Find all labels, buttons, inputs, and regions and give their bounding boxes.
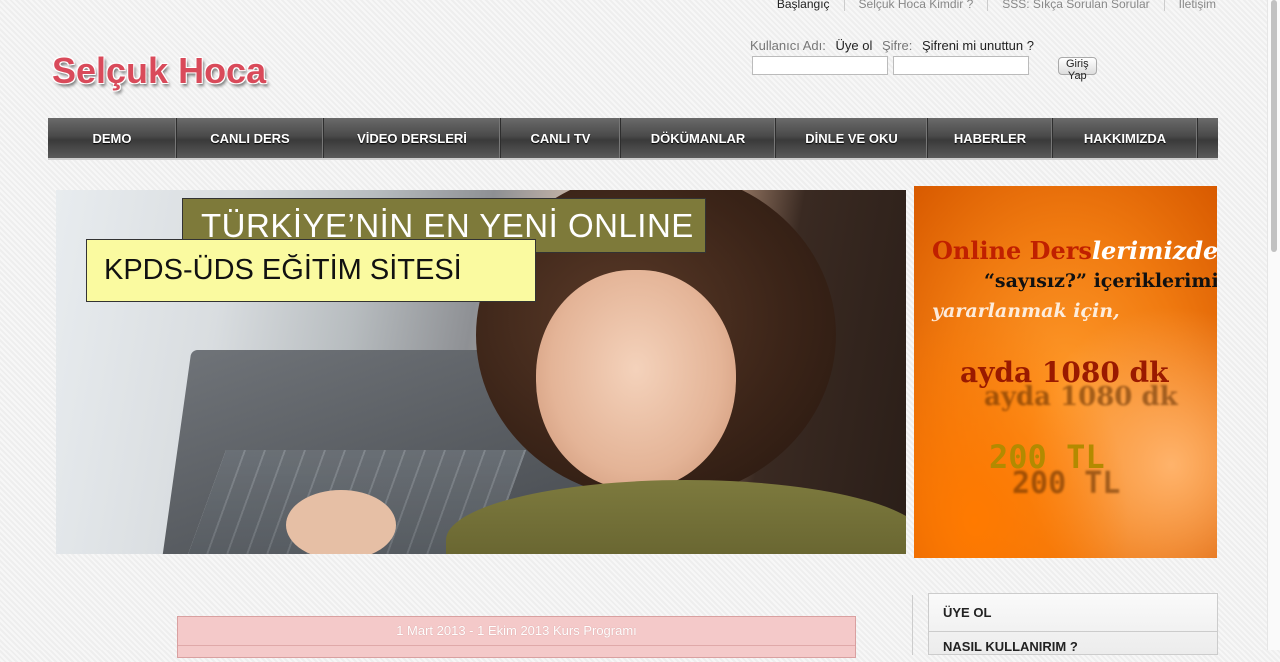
login-form: Kullanıcı Adı: Üye ol Şifre: Şifreni mi … [750, 38, 1097, 82]
top-link-about[interactable]: Selçuk Hoca Kimdir ? [843, 0, 988, 11]
person-face [536, 270, 736, 490]
ad-line1: Online Derslerimizden, [932, 236, 1217, 265]
forgot-password-link[interactable]: Şifreni mi unuttun ? [922, 38, 1034, 53]
schedule-header-row [178, 645, 855, 658]
top-link-contact[interactable]: İletişim [1163, 0, 1216, 11]
ad-line2: “sayısız?” içeriklerimizden [984, 270, 1217, 292]
register-link[interactable]: Üye ol [836, 38, 873, 53]
nav-news[interactable]: HABERLER [928, 118, 1053, 158]
hero-subheadline: KPDS-ÜDS EĞİTİM SİTESİ [86, 239, 536, 302]
ad-line5-shadow: 200 TL [1012, 466, 1121, 501]
nav-documents[interactable]: DÖKÜMANLAR [621, 118, 776, 158]
ad-line3: yararlanmak için, [932, 300, 1120, 322]
page-scrollbar[interactable] [1267, 0, 1280, 650]
nav-listen-read[interactable]: DİNLE VE OKU [776, 118, 928, 158]
nav-demo[interactable]: DEMO [48, 118, 177, 158]
course-schedule-table: 1 Mart 2013 - 1 Ekim 2013 Kurs Programı [177, 616, 856, 658]
top-link-faq[interactable]: SSS: Sıkça Sorulan Sorular [987, 0, 1164, 11]
sidebar-item-how-to[interactable]: NASIL KULLANIRIM ? [929, 632, 1217, 655]
schedule-title: 1 Mart 2013 - 1 Ekim 2013 Kurs Programı [396, 623, 637, 638]
password-input[interactable] [893, 56, 1029, 75]
nav-video-lessons[interactable]: VİDEO DERSLERİ [324, 118, 501, 158]
nav-live-lesson[interactable]: CANLI DERS [177, 118, 324, 158]
scrollbar-thumb[interactable] [1271, 0, 1277, 252]
sidebar-menu: ÜYE OL NASIL KULLANIRIM ? [928, 593, 1218, 655]
nav-live-tv[interactable]: CANLI TV [501, 118, 621, 158]
sidebar-item-register[interactable]: ÜYE OL [929, 594, 1217, 632]
username-input[interactable] [752, 56, 888, 75]
username-label: Kullanıcı Adı: [750, 38, 826, 53]
top-link-home[interactable]: Başlangıç [763, 0, 844, 11]
login-button[interactable]: Giriş Yap [1058, 57, 1097, 82]
person-hand [286, 490, 396, 554]
top-links: Başlangıç Selçuk Hoca Kimdir ? SSS: Sıkça … [763, 0, 1216, 11]
sidebar-divider [912, 595, 913, 655]
ad-line4-shadow: ayda 1080 dk [984, 382, 1178, 412]
pricing-ad[interactable]: Online Derslerimizden, “sayısız?” içerik… [914, 186, 1217, 558]
site-logo[interactable]: Selçuk Hoca [52, 50, 266, 92]
main-nav: DEMO CANLI DERS VİDEO DERSLERİ CANLI TV … [48, 118, 1218, 160]
nav-about[interactable]: HAKKIMIZDA [1053, 118, 1198, 158]
password-label: Şifre: [882, 38, 913, 53]
